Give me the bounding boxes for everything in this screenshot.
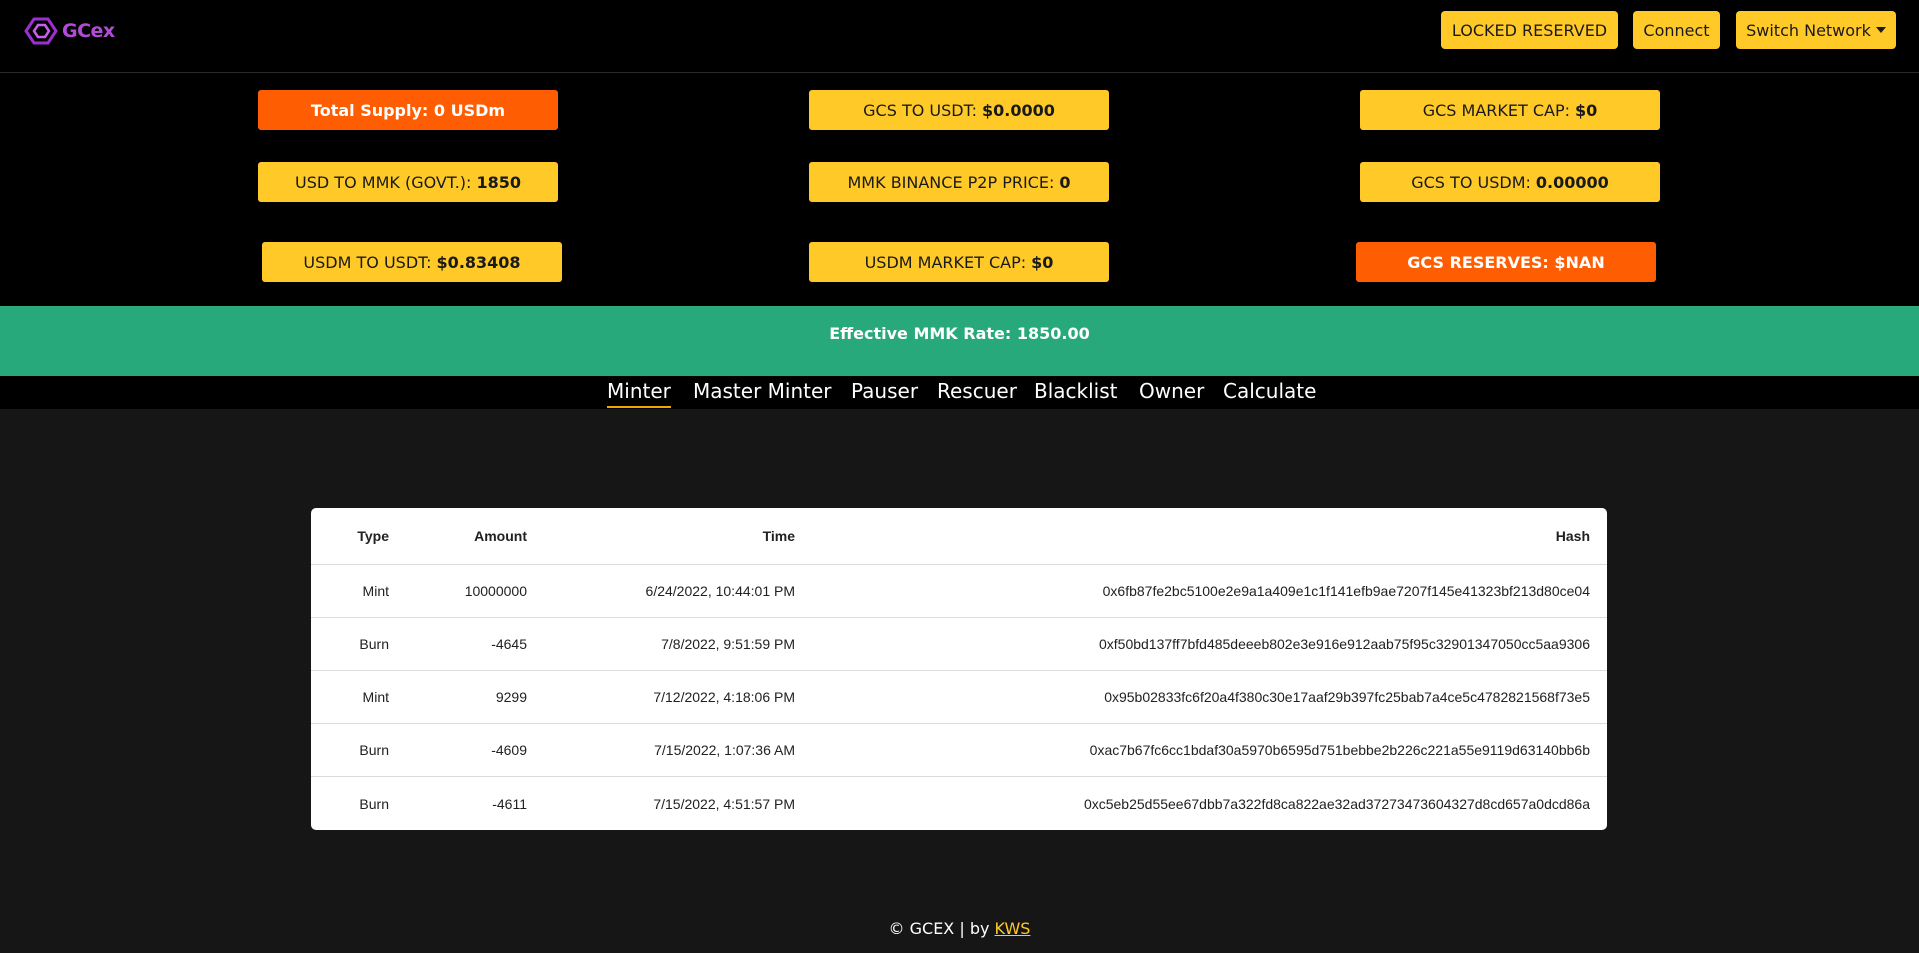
row-time: 7/12/2022, 4:18:06 PM — [653, 689, 795, 705]
locked-reserved-label: LOCKED RESERVED — [1451, 20, 1608, 40]
row-hash: 0x6fb87fe2bc5100e2e9a1a409e1c1f141efb9ae… — [1102, 583, 1590, 599]
connect-label: Connect — [1643, 20, 1710, 40]
top-navbar: GCex LOCKED RESERVED Connect Switch Netw… — [0, 0, 1919, 73]
mmk-binance-p2p-label: MMK BINANCE P2P PRICE: — [847, 172, 1055, 192]
row-type: Mint — [362, 583, 389, 599]
total-supply-value: 0 USDm — [433, 100, 506, 120]
mmk-binance-p2p-badge: MMK BINANCE P2P PRICE: 0 — [809, 162, 1109, 202]
table-row: Burn -4645 7/8/2022, 9:51:59 PM 0xf50bd1… — [311, 618, 1607, 671]
tab-rescuer-label: Rescuer — [937, 379, 1017, 403]
tab-rescuer[interactable]: Rescuer — [937, 379, 1017, 406]
column-header-hash: Hash — [1555, 528, 1590, 544]
effective-rate-banner: Effective MMK Rate: 1850.00 — [0, 306, 1919, 376]
tab-pauser[interactable]: Pauser — [851, 379, 918, 406]
row-type: Burn — [359, 742, 389, 758]
switch-network-dropdown[interactable]: Switch Network — [1736, 11, 1896, 49]
kws-link[interactable]: KWS — [995, 919, 1031, 938]
tab-blacklist-label: Blacklist — [1034, 379, 1118, 403]
usdm-to-usdt-value: $0.83408 — [436, 252, 521, 272]
switch-network-label: Switch Network — [1746, 20, 1871, 40]
gcs-market-cap-label: GCS MARKET CAP: — [1422, 100, 1571, 120]
tab-calculate[interactable]: Calculate — [1223, 379, 1316, 406]
gcs-market-cap-badge: GCS MARKET CAP: $0 — [1360, 90, 1660, 130]
row-hash: 0xf50bd137ff7bfd485deeeb802e3e916e912aab… — [1098, 636, 1590, 652]
tab-blacklist[interactable]: Blacklist — [1034, 379, 1118, 406]
total-supply-badge: Total Supply: 0 USDm — [258, 90, 558, 130]
tab-owner-label: Owner — [1139, 379, 1205, 403]
row-amount: 10000000 — [464, 583, 527, 599]
gcs-to-usdm-label: GCS TO USDM: — [1411, 172, 1531, 192]
column-header-type: Type — [357, 528, 389, 544]
row-time: 7/15/2022, 1:07:36 AM — [654, 742, 795, 758]
gcs-reserves-label: GCS RESERVES: — [1407, 252, 1549, 272]
mmk-binance-p2p-value: 0 — [1059, 172, 1071, 192]
row-amount: -4609 — [491, 742, 527, 758]
usdm-market-cap-badge: USDM MARKET CAP: $0 — [809, 242, 1109, 282]
tab-minter[interactable]: Minter — [607, 379, 671, 408]
tab-master-minter[interactable]: Master Minter — [693, 379, 832, 406]
gcs-to-usdt-label: GCS TO USDT: — [863, 100, 977, 120]
usd-to-mmk-label: USD TO MMK (GOVT.): — [295, 172, 472, 192]
role-tabs: Minter Master Minter Pauser Rescuer Blac… — [0, 376, 1919, 409]
connect-button[interactable]: Connect — [1633, 11, 1720, 49]
row-type: Burn — [359, 636, 389, 652]
table-header-row: Type Amount Time Hash — [311, 508, 1607, 565]
gcs-to-usdm-value: 0.00000 — [1535, 172, 1609, 192]
tab-master-minter-label: Master Minter — [693, 379, 832, 403]
table-row: Burn -4609 7/15/2022, 1:07:36 AM 0xac7b6… — [311, 724, 1607, 777]
table-row: Mint 10000000 6/24/2022, 10:44:01 PM 0x6… — [311, 565, 1607, 618]
row-amount: -4611 — [492, 795, 527, 812]
usd-to-mmk-badge: USD TO MMK (GOVT.): 1850 — [258, 162, 558, 202]
gcs-reserves-badge: GCS RESERVES: $NAN — [1356, 242, 1656, 282]
gcs-reserves-value: $NAN — [1554, 252, 1605, 272]
gcex-logo-icon — [24, 17, 58, 45]
total-supply-label: Total Supply: — [310, 100, 429, 120]
tab-calculate-label: Calculate — [1223, 379, 1317, 403]
usd-to-mmk-value: 1850 — [476, 172, 521, 192]
column-header-time: Time — [762, 528, 795, 544]
stats-panel: Total Supply: 0 USDm GCS TO USDT: $0.0000… — [0, 73, 1919, 306]
row-hash: 0xac7b67fc6cc1bdaf30a5970b6595d751bebbe2… — [1089, 742, 1590, 758]
row-type: Mint — [362, 689, 389, 705]
table-row: Mint 9299 7/12/2022, 4:18:06 PM 0x95b028… — [311, 671, 1607, 724]
row-type: Burn — [359, 795, 389, 812]
row-time: 7/8/2022, 9:51:59 PM — [661, 636, 795, 652]
transactions-table: Type Amount Time Hash Mint 10000000 6/24… — [311, 508, 1607, 830]
gcs-to-usdt-value: $0.0000 — [981, 100, 1055, 120]
row-time: 7/15/2022, 4:51:57 PM — [653, 795, 795, 812]
tab-owner[interactable]: Owner — [1139, 379, 1204, 406]
row-amount: -4645 — [491, 636, 527, 652]
usdm-to-usdt-badge: USDM TO USDT: $0.83408 — [262, 242, 562, 282]
brand-name: GCex — [62, 20, 115, 42]
footer: © GCEX | by KWS — [0, 919, 1919, 938]
row-hash: 0x95b02833fc6f20a4f380c30e17aaf29b397fc2… — [1104, 689, 1590, 705]
footer-text: © GCEX | by — [888, 919, 990, 938]
row-amount: 9299 — [495, 689, 527, 705]
gcs-to-usdt-badge: GCS TO USDT: $0.0000 — [809, 90, 1109, 130]
brand-logo[interactable]: GCex — [24, 16, 115, 46]
gcs-market-cap-value: $0 — [1575, 100, 1598, 120]
column-header-amount: Amount — [474, 528, 527, 544]
tab-minter-label: Minter — [607, 379, 671, 403]
row-time: 6/24/2022, 10:44:01 PM — [645, 583, 795, 599]
locked-reserved-button[interactable]: LOCKED RESERVED — [1441, 11, 1618, 49]
tab-pauser-label: Pauser — [851, 379, 919, 403]
row-hash: 0xc5eb25d55ee67dbb7a322fd8ca822ae32ad372… — [1083, 795, 1590, 812]
usdm-to-usdt-label: USDM TO USDT: — [303, 252, 432, 272]
gcs-to-usdm-badge: GCS TO USDM: 0.00000 — [1360, 162, 1660, 202]
usdm-market-cap-label: USDM MARKET CAP: — [864, 252, 1027, 272]
caret-down-icon — [1875, 27, 1886, 33]
table-row: Burn -4611 7/15/2022, 4:51:57 PM 0xc5eb2… — [311, 777, 1607, 830]
effective-rate-text: Effective MMK Rate: 1850.00 — [829, 324, 1090, 343]
usdm-market-cap-value: $0 — [1031, 252, 1054, 272]
